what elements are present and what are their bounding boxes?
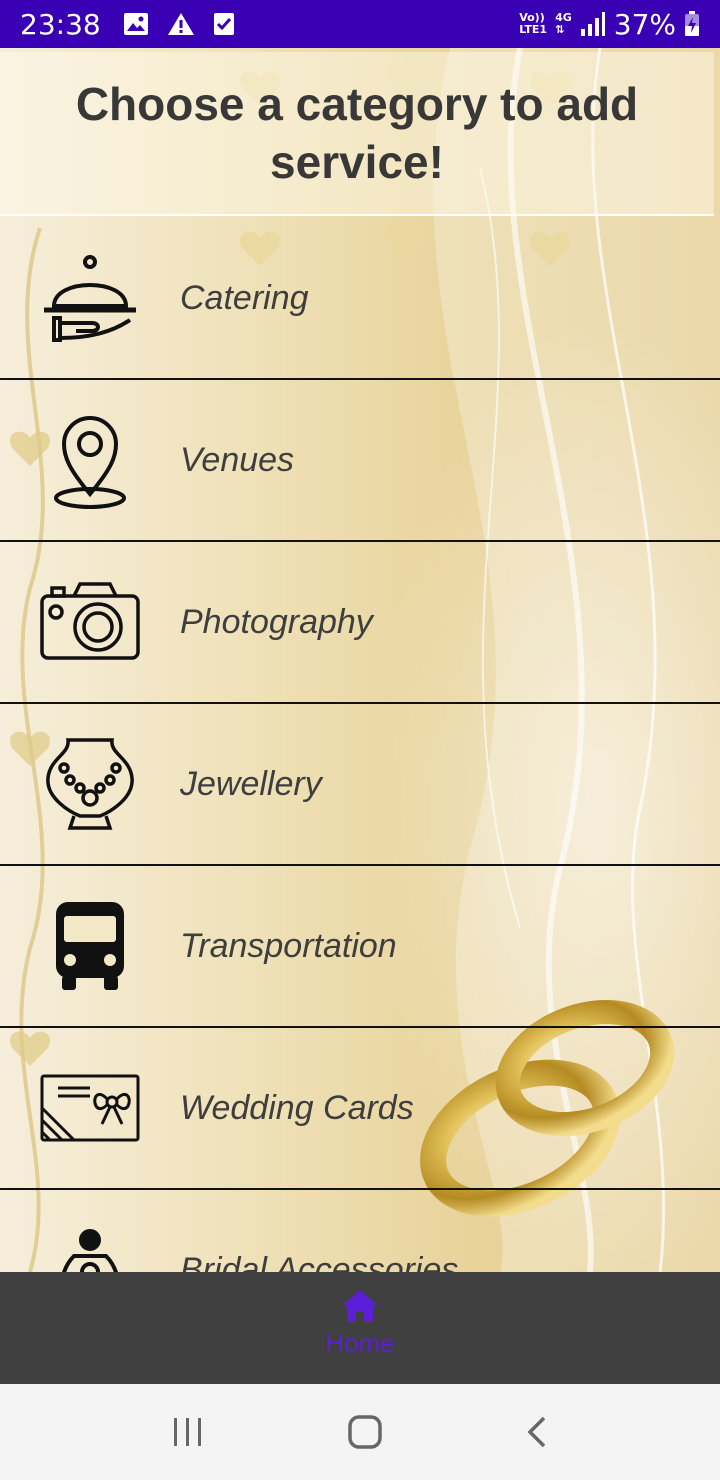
status-right-group: Vo)) LTE1 4G ⇅ 37% xyxy=(519,8,700,41)
category-item-bridal-accessories[interactable]: Bridal Accessories xyxy=(0,1190,720,1272)
category-item-wedding-cards[interactable]: Wedding Cards xyxy=(0,1028,720,1190)
category-screen[interactable]: Choose a category to add service! Cateri… xyxy=(0,48,720,1272)
gallery-icon xyxy=(123,13,148,35)
category-list[interactable]: Catering Venues Photography Jewellery Tr… xyxy=(0,218,720,1272)
home-icon xyxy=(341,1290,378,1322)
category-label: Wedding Cards xyxy=(180,1088,414,1127)
signal-icon xyxy=(580,12,605,36)
category-item-photography[interactable]: Photography xyxy=(0,542,720,704)
page-title: Choose a category to add service! xyxy=(75,78,639,188)
check-box-icon xyxy=(213,13,234,35)
recent-apps-icon[interactable] xyxy=(171,1416,205,1448)
notification-icons xyxy=(123,12,235,36)
invitation-card-icon xyxy=(40,1058,140,1158)
back-icon[interactable] xyxy=(525,1415,549,1449)
lte-label: LTE1 xyxy=(519,23,548,36)
network-gen: 4G ⇅ xyxy=(555,12,572,36)
location-pin-icon xyxy=(40,410,140,510)
bus-icon xyxy=(40,896,140,996)
nav-home-tab[interactable]: Home xyxy=(325,1272,395,1384)
home-button-icon[interactable] xyxy=(347,1414,383,1450)
category-label: Photography xyxy=(180,602,373,641)
status-bar: 23:38 Vo)) LTE1 4G ⇅ 37% xyxy=(0,0,720,48)
category-item-jewellery[interactable]: Jewellery xyxy=(0,704,720,866)
category-label: Catering xyxy=(180,278,309,317)
data-arrows-icon: ⇅ xyxy=(555,23,565,36)
category-label: Transportation xyxy=(180,926,397,965)
category-item-catering[interactable]: Catering xyxy=(0,218,720,380)
status-time: 23:38 xyxy=(20,7,101,41)
bride-icon xyxy=(40,1220,140,1272)
category-item-venues[interactable]: Venues xyxy=(0,380,720,542)
system-navigation-bar xyxy=(0,1384,720,1480)
camera-icon xyxy=(40,572,140,672)
category-label: Jewellery xyxy=(180,764,322,803)
category-item-transportation[interactable]: Transportation xyxy=(0,866,720,1028)
nav-home-label: Home xyxy=(325,1328,395,1358)
catering-cloche-icon xyxy=(40,248,140,348)
battery-percent: 37% xyxy=(613,7,676,41)
header-card: Choose a category to add service! xyxy=(0,52,714,216)
warning-icon xyxy=(167,13,194,35)
necklace-icon xyxy=(40,734,140,834)
network-labels: Vo)) LTE1 xyxy=(519,12,547,36)
battery-charging-icon xyxy=(685,11,699,36)
bottom-navigation: Home xyxy=(0,1272,720,1384)
category-label: Venues xyxy=(180,440,295,479)
category-label: Bridal Accessories xyxy=(180,1250,459,1273)
